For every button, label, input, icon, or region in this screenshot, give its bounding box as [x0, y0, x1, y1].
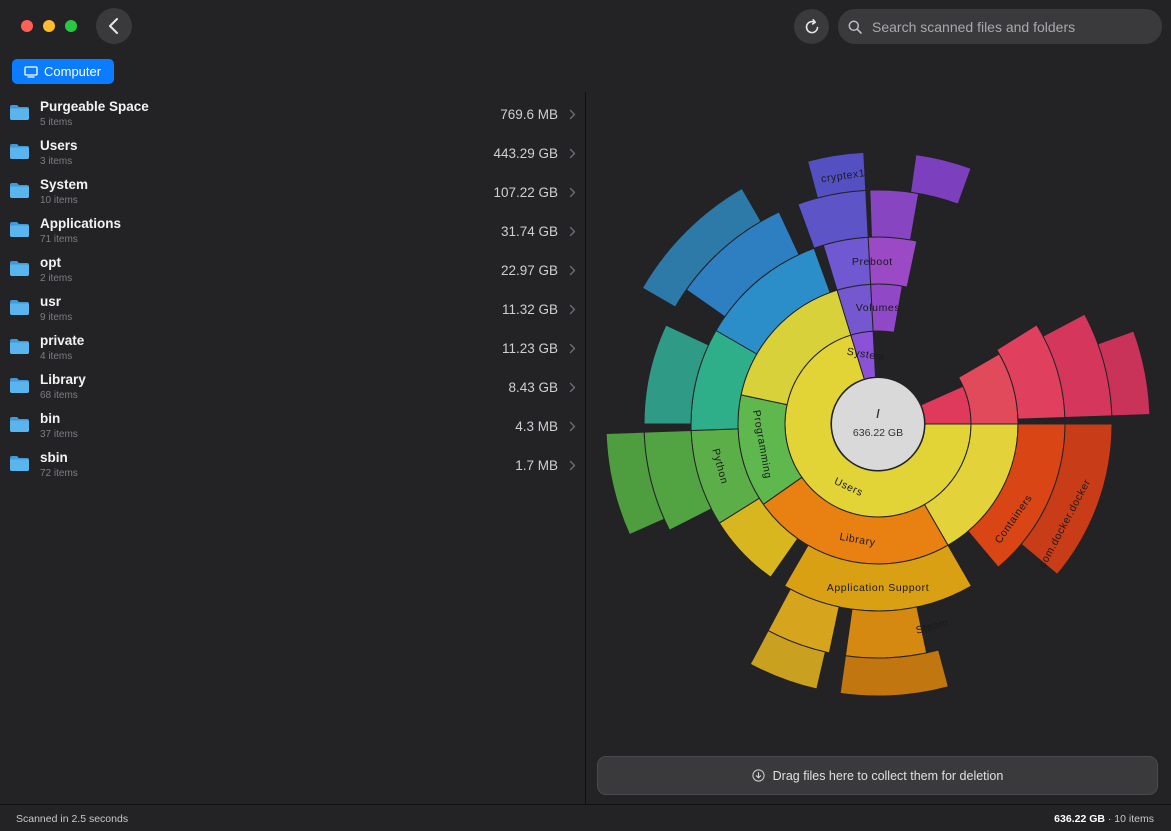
computer-icon — [24, 65, 38, 78]
search-field[interactable] — [838, 9, 1162, 44]
folder-icon — [9, 338, 30, 360]
folder-row[interactable]: bin 37 items 4.3 MB — [0, 404, 585, 443]
scan-time: Scanned in 2.5 seconds — [16, 813, 129, 825]
folder-name: private — [40, 333, 85, 348]
folder-size: 11.23 GB — [501, 341, 558, 356]
folder-icon — [9, 182, 30, 204]
folder-item-count: 71 items — [40, 234, 78, 245]
folder-size: 31.74 GB — [500, 224, 558, 239]
chevron-right-icon[interactable] — [569, 263, 576, 281]
folder-icon — [9, 455, 30, 477]
chevron-right-icon[interactable] — [569, 146, 576, 164]
chevron-right-icon[interactable] — [569, 185, 576, 203]
sunburst-segment[interactable] — [869, 189, 920, 241]
sunburst-segment[interactable] — [910, 154, 972, 205]
folder-item-count: 37 items — [40, 429, 78, 440]
folder-size: 769.6 MB — [500, 107, 558, 122]
folder-row[interactable]: usr 9 items 11.32 GB — [0, 287, 585, 326]
breadcrumb-computer[interactable]: Computer — [12, 59, 114, 84]
folder-row[interactable]: Purgeable Space 5 items 769.6 MB — [0, 92, 585, 131]
minimize-window-button[interactable] — [43, 20, 55, 32]
folder-name: Users — [40, 138, 78, 153]
chevron-right-icon[interactable] — [569, 224, 576, 242]
folder-size: 8.43 GB — [508, 380, 558, 395]
chevron-right-icon[interactable] — [569, 419, 576, 437]
sunburst-chart: /636.22 GBUsersLibraryApplication Suppor… — [605, 151, 1151, 697]
folder-icon — [9, 143, 30, 165]
breadcrumb-label: Computer — [44, 64, 102, 79]
folder-item-count: 72 items — [40, 468, 78, 479]
maximize-window-button[interactable] — [65, 20, 77, 32]
folder-size: 443.29 GB — [493, 146, 558, 161]
folder-size: 107.22 GB — [493, 185, 558, 200]
sunburst-label: Volumes — [856, 302, 900, 314]
folder-row[interactable]: Users 3 items 443.29 GB — [0, 131, 585, 170]
folder-item-count: 9 items — [40, 312, 73, 323]
chevron-right-icon[interactable] — [569, 341, 576, 359]
folder-row[interactable]: Applications 71 items 31.74 GB — [0, 209, 585, 248]
search-input[interactable] — [870, 17, 1154, 36]
folder-row[interactable]: sbin 72 items 1.7 MB — [0, 443, 585, 482]
sunburst-root[interactable] — [832, 378, 924, 470]
sunburst-label: Application Support — [827, 582, 929, 594]
folder-size: 4.3 MB — [515, 419, 558, 434]
folder-icon — [9, 416, 30, 438]
close-window-button[interactable] — [21, 20, 33, 32]
folder-size: 11.32 GB — [501, 302, 558, 317]
refresh-icon — [805, 18, 818, 33]
folder-list: Purgeable Space 5 items 769.6 MB Users 3 ite… — [0, 92, 585, 804]
chevron-left-icon — [109, 18, 118, 34]
folder-icon — [9, 104, 30, 126]
sunburst-label: Preboot — [852, 256, 893, 268]
folder-icon — [9, 221, 30, 243]
chevron-right-icon[interactable] — [569, 107, 576, 125]
folder-size: 1.7 MB — [515, 458, 558, 473]
folder-item-count: 5 items — [40, 117, 73, 128]
folder-row[interactable]: System 10 items 107.22 GB — [0, 170, 585, 209]
sunburst-segment[interactable] — [844, 606, 928, 659]
folder-item-count: 68 items — [40, 390, 78, 401]
folder-name: System — [40, 177, 89, 192]
folder-icon — [9, 377, 30, 399]
chevron-right-icon[interactable] — [569, 458, 576, 476]
folder-item-count: 2 items — [40, 273, 73, 284]
folder-item-count: 10 items — [40, 195, 78, 206]
total-size: 636.22 GB — [1054, 813, 1105, 825]
search-icon — [848, 20, 862, 34]
folder-icon — [9, 299, 30, 321]
status-bar: Scanned in 2.5 seconds 636.22 GB · 10 it… — [0, 804, 1171, 831]
chevron-right-icon[interactable] — [569, 380, 576, 398]
status-summary: 636.22 GB · 10 items — [1054, 813, 1154, 825]
folder-row[interactable]: private 4 items 11.23 GB — [0, 326, 585, 365]
back-button[interactable] — [96, 8, 132, 44]
deletion-dropzone[interactable]: Drag files here to collect them for dele… — [597, 756, 1158, 795]
folder-name: Library — [40, 372, 86, 387]
folder-name: sbin — [40, 450, 68, 465]
folder-name: Purgeable Space — [40, 99, 149, 114]
folder-name: usr — [40, 294, 62, 309]
folder-row[interactable]: opt 2 items 22.97 GB — [0, 248, 585, 287]
download-arrow-icon — [752, 769, 765, 782]
folder-item-count: 4 items — [40, 351, 73, 362]
item-count: · 10 items — [1107, 813, 1154, 825]
rescan-button[interactable] — [794, 9, 829, 44]
folder-icon — [9, 260, 30, 282]
folder-name: Applications — [40, 216, 122, 231]
dropzone-label: Drag files here to collect them for dele… — [772, 768, 1004, 783]
sunburst-center-text: 636.22 GB — [853, 427, 903, 439]
chevron-right-icon[interactable] — [569, 302, 576, 320]
folder-item-count: 3 items — [40, 156, 73, 167]
folder-name: bin — [40, 411, 61, 426]
toolbar — [0, 0, 1171, 52]
sunburst-segment[interactable] — [920, 385, 972, 425]
folder-size: 22.97 GB — [500, 263, 558, 278]
folder-row[interactable]: Library 68 items 8.43 GB — [0, 365, 585, 404]
folder-name: opt — [40, 255, 61, 270]
